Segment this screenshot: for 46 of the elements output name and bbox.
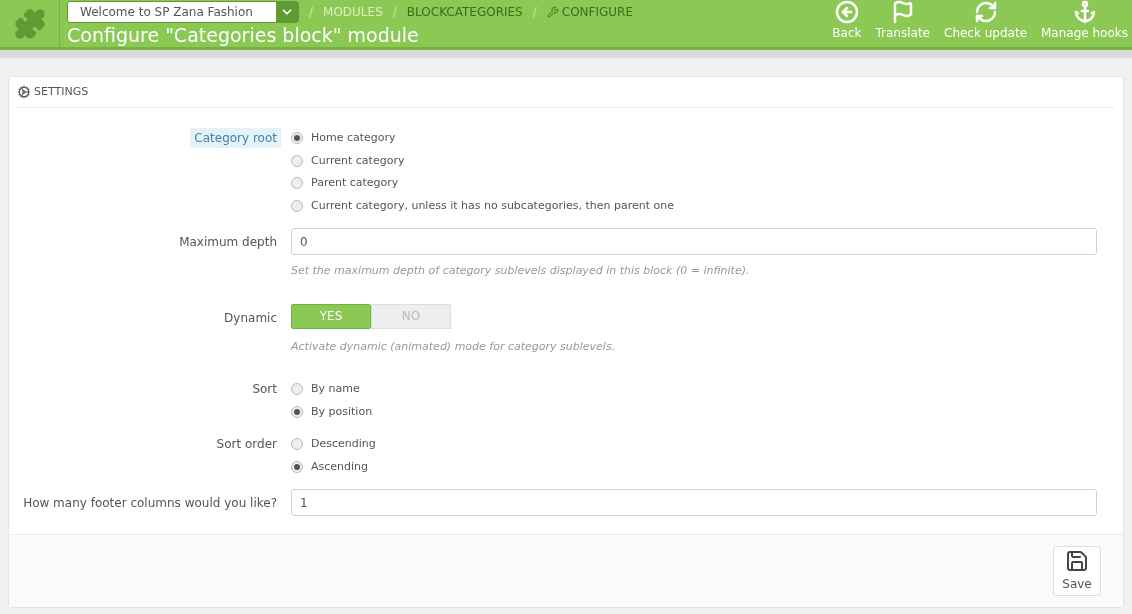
radio-label: Descending [311, 436, 376, 452]
radio-button[interactable] [291, 177, 303, 190]
refresh-icon [973, 0, 998, 24]
field-label: Sort order [215, 436, 278, 453]
puzzle-icon [13, 7, 46, 40]
breadcrumb-link[interactable]: BLOCKCATEGORIES [406, 2, 523, 21]
field-label: How many footer columns would you like? [22, 495, 278, 512]
toolbar-button[interactable]: Check update [944, 0, 1027, 42]
radio-button[interactable] [291, 460, 303, 473]
text-field[interactable]: 1 [291, 489, 1097, 516]
field-label: Dynamic [223, 309, 278, 327]
toolbar-button[interactable]: Manage hooks [1041, 0, 1128, 42]
radio-button[interactable] [291, 438, 303, 451]
radio-button[interactable] [291, 383, 303, 396]
radio-label: By name [311, 381, 360, 397]
radio-label: Current category [311, 152, 405, 169]
breadcrumb-separator: / [532, 3, 537, 21]
help-text: Set the maximum depth of category sublevels displayed in this block (0 = infinite). [291, 263, 751, 279]
breadcrumb-link[interactable]: MODULES [323, 2, 383, 21]
anchor-icon [1072, 0, 1097, 24]
breadcrumb-separator: / [309, 3, 314, 21]
page-title: Configure "Categories block" module [67, 22, 420, 47]
toolbar-button[interactable]: Back [832, 0, 862, 42]
radio-label: Parent category [311, 175, 399, 191]
radio-label: By position [311, 403, 373, 420]
save-button[interactable]: Save [1053, 546, 1101, 596]
text-field[interactable]: 0 [291, 228, 1097, 255]
radio-label: Ascending [311, 458, 369, 475]
radio-button[interactable] [291, 199, 303, 212]
help-text: Activate dynamic (animated) mode for category sublevels. [291, 338, 617, 355]
radio-button[interactable] [291, 154, 303, 167]
field-label: Sort [251, 381, 278, 398]
radio-label: Home category [311, 130, 396, 146]
breadcrumb-separator: / [392, 3, 397, 21]
shop-select[interactable]: Welcome to SP Zana Fashion [67, 0, 299, 23]
switch-option[interactable]: YES [291, 303, 371, 329]
toolbar-button[interactable]: Translate [875, 0, 930, 42]
panel-heading: SETTINGS [34, 83, 89, 100]
radio-label: Current category, unless it has no subcategories, then parent one [311, 197, 675, 214]
radio-button[interactable] [291, 405, 303, 418]
field-label: Category root [190, 128, 281, 148]
wrench-icon [546, 5, 559, 18]
gears-icon [17, 85, 31, 99]
breadcrumb-link[interactable]: CONFIGURE [546, 2, 634, 21]
radio-button[interactable] [291, 132, 303, 145]
field-label: Maximum depth [178, 234, 278, 251]
